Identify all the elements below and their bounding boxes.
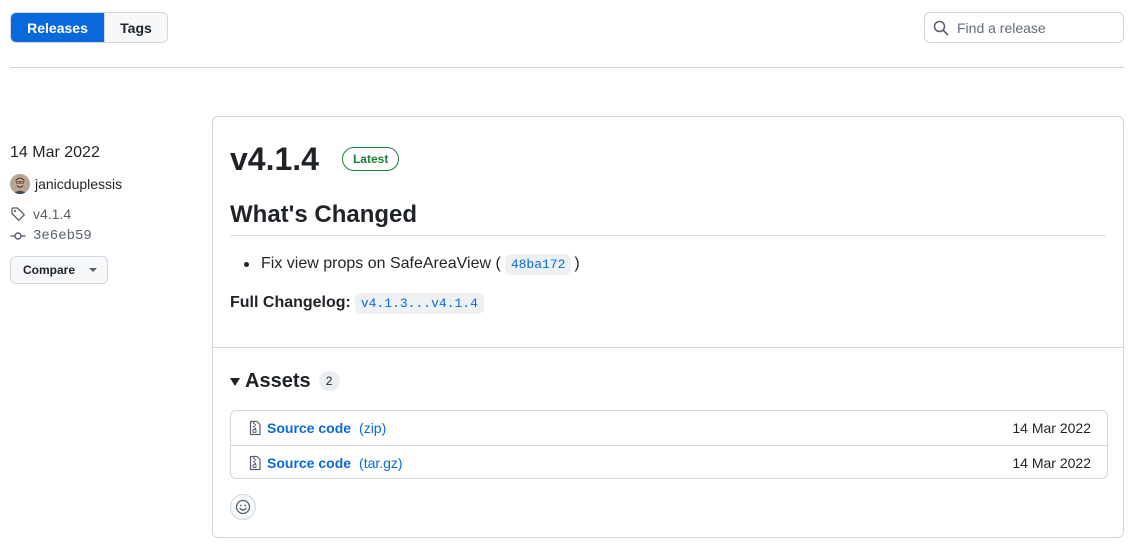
changelog-compare-link[interactable]: v4.1.3...v4.1.4 — [354, 292, 484, 314]
triangle-down-icon — [230, 378, 240, 386]
commit-link[interactable]: 48ba172 — [504, 253, 572, 275]
add-reaction-button[interactable] — [230, 494, 256, 520]
tag-icon — [10, 206, 26, 222]
asset-ext[interactable]: (zip) — [359, 420, 386, 436]
assets-toggle[interactable]: Assets 2 — [230, 369, 340, 393]
latest-badge: Latest — [341, 147, 400, 171]
file-zip-icon — [249, 420, 261, 436]
bullet-dot — [244, 261, 249, 267]
tag-label[interactable]: v4.1.4 — [33, 206, 71, 222]
table-row: Source code (tar.gz) 14 Mar 2022 — [231, 445, 1107, 479]
asset-link[interactable]: Source code — [267, 455, 351, 471]
commit-row[interactable]: 3e6eb59 — [10, 226, 190, 246]
search-input[interactable] — [957, 19, 1107, 36]
commit-sha[interactable]: 3e6eb59 — [33, 228, 92, 244]
compare-button[interactable]: Compare — [10, 256, 108, 284]
table-row: Source code (zip) 14 Mar 2022 — [231, 411, 1107, 445]
header-divider — [10, 67, 1124, 68]
release-title-row: v4.1.4 Latest — [230, 139, 400, 179]
asset-link[interactable]: Source code — [267, 420, 351, 436]
asset-date: 14 Mar 2022 — [1012, 420, 1091, 436]
git-commit-icon — [10, 228, 26, 244]
tag-row[interactable]: v4.1.4 — [10, 204, 190, 224]
avatar[interactable] — [10, 174, 30, 194]
change-text: Fix view props on SafeAreaView ( — [261, 255, 501, 272]
release-meta: 14 Mar 2022 janicduplessis v4.1.4 3e6eb5… — [10, 143, 190, 284]
compare-label: Compare — [23, 263, 76, 277]
chevron-down-icon — [89, 268, 98, 272]
asset-ext[interactable]: (tar.gz) — [359, 455, 403, 471]
search-box[interactable] — [924, 12, 1124, 43]
assets-list: Source code (zip) 14 Mar 2022 Source cod… — [230, 410, 1108, 479]
heading-divider — [230, 235, 1106, 236]
author-row[interactable]: janicduplessis — [10, 174, 190, 194]
assets-divider — [213, 347, 1123, 348]
change-suffix: ) — [574, 255, 580, 272]
smiley-icon — [235, 499, 251, 515]
full-changelog: Full Changelog: v4.1.3...v4.1.4 — [230, 292, 484, 314]
file-zip-icon — [249, 455, 261, 470]
assets-count: 2 — [318, 371, 340, 391]
author-name[interactable]: janicduplessis — [35, 176, 122, 192]
list-item: Fix view props on SafeAreaView ( 48ba172… — [244, 253, 580, 275]
tab-releases[interactable]: Releases — [11, 13, 104, 42]
changes-heading: What's Changed — [230, 201, 418, 228]
full-changelog-label: Full Changelog: — [230, 294, 351, 311]
release-card: v4.1.4 Latest What's Changed Fix view pr… — [212, 116, 1124, 538]
asset-date: 14 Mar 2022 — [1012, 454, 1091, 471]
release-tabs: Releases Tags — [10, 12, 168, 43]
search-icon — [933, 20, 949, 35]
release-date: 14 Mar 2022 — [10, 144, 100, 161]
tab-tags[interactable]: Tags — [104, 13, 167, 42]
assets-title: Assets — [245, 369, 311, 392]
release-title[interactable]: v4.1.4 — [230, 141, 319, 178]
